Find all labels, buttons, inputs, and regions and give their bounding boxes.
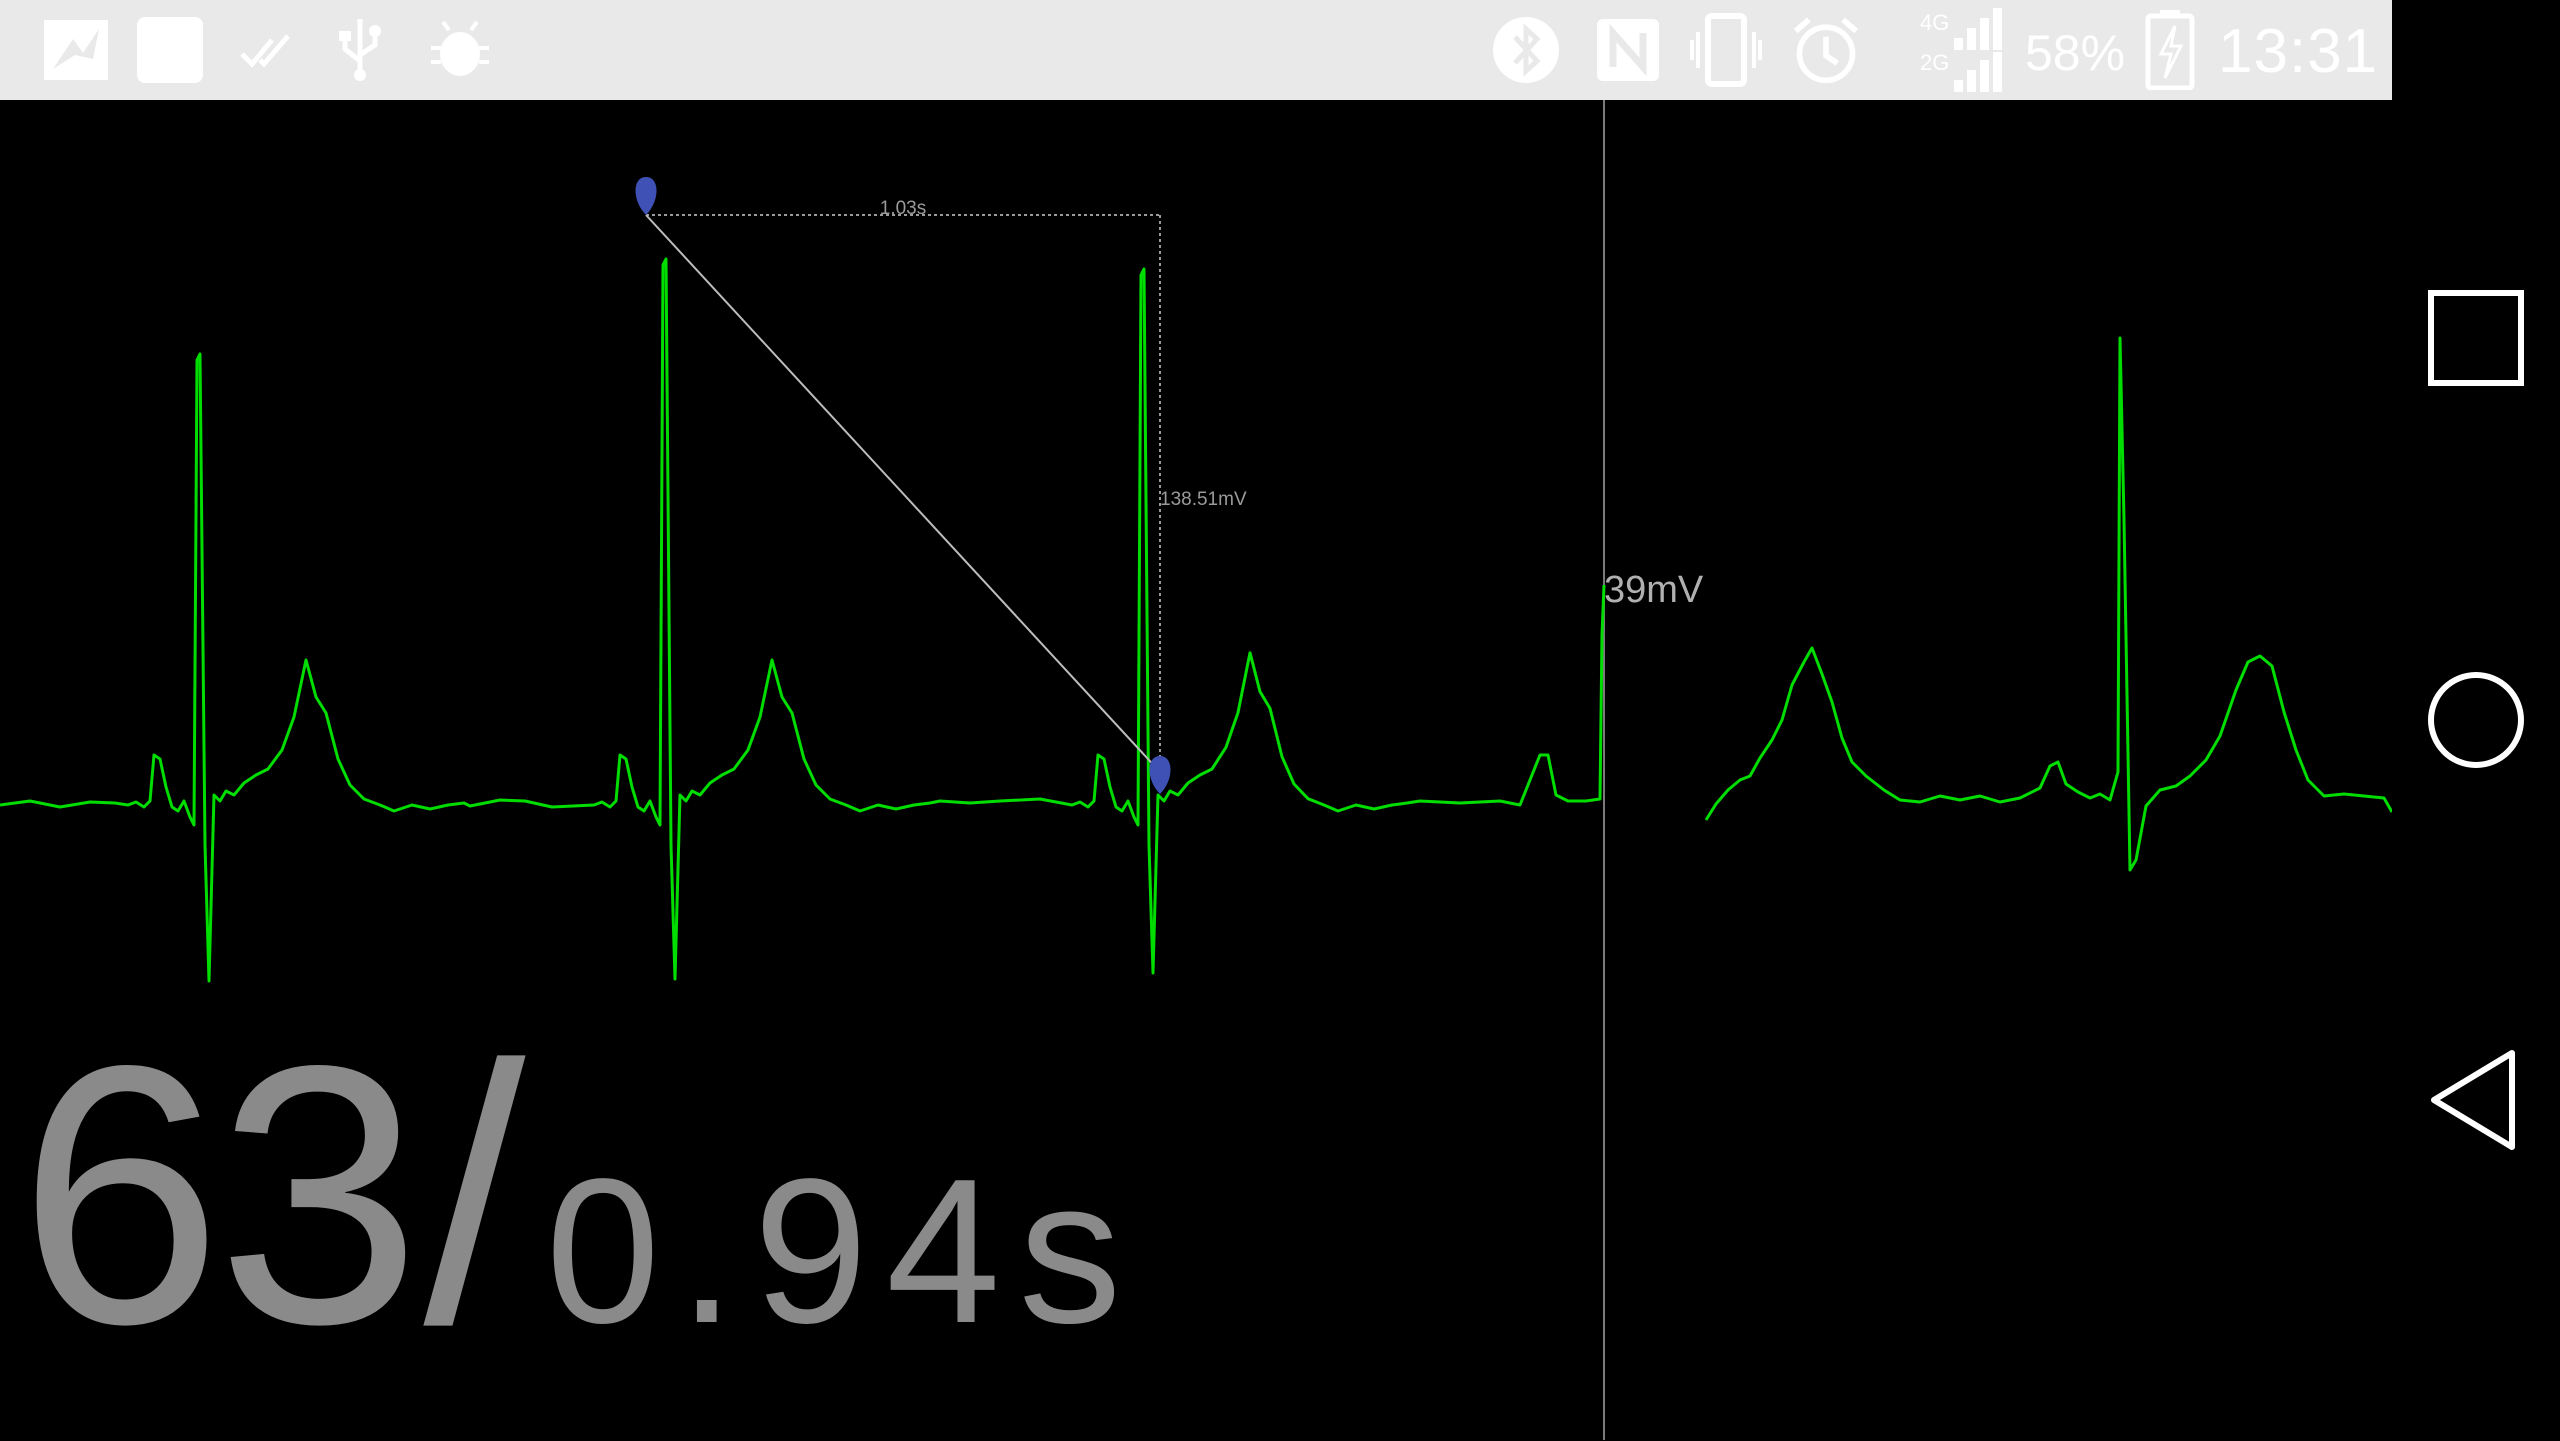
ecg-screen: 4G 2G 58% 13:31 1.03s 138.51mV 39mV 63/0…	[0, 0, 2560, 1440]
home-icon	[2428, 672, 2524, 768]
home-button[interactable]	[2416, 660, 2536, 780]
app-square-icon	[134, 14, 206, 86]
navigation-bar	[2392, 0, 2560, 1440]
measure-voltage-label: 138.51mV	[1160, 489, 1247, 510]
app-logo-icon	[40, 14, 112, 86]
measure-time-label: 1.03s	[880, 198, 926, 219]
heart-rate-readout: 63/0.94s	[18, 1005, 1140, 1385]
readout-separator: /	[423, 989, 526, 1400]
ecg-trace-segment	[1704, 336, 2392, 872]
done-all-icon	[230, 14, 302, 86]
measure-start-marker[interactable]	[635, 177, 657, 215]
clock: 13:31	[2218, 17, 2379, 86]
vibrate-icon	[1690, 13, 1762, 87]
measure-diagonal-line	[645, 214, 1161, 773]
cursor-value-label: 39mV	[1604, 569, 1704, 611]
status-bar: 4G 2G 58% 13:31	[0, 0, 2392, 100]
back-icon	[2431, 1050, 2515, 1150]
heart-rate-bpm: 63	[18, 989, 421, 1400]
bluetooth-icon	[1490, 14, 1562, 86]
signal-icon: 4G 2G	[1918, 8, 2002, 92]
recent-apps-button[interactable]	[2416, 278, 2536, 398]
alarm-icon	[1790, 14, 1862, 86]
ecg-trace-segment	[0, 257, 1606, 983]
battery-charging-icon	[2140, 10, 2200, 90]
battery-percent: 58%	[2025, 25, 2126, 81]
recent-apps-icon	[2428, 290, 2524, 386]
nfc-icon	[1592, 14, 1664, 86]
usb-icon	[324, 14, 396, 86]
android-debug-icon	[424, 14, 496, 86]
network-label-4g: 4G	[1920, 10, 1949, 35]
measure-end-marker[interactable]	[1149, 756, 1171, 794]
rr-interval: 0.94s	[545, 1136, 1140, 1366]
network-label-2g: 2G	[1920, 50, 1949, 75]
back-button[interactable]	[2416, 1040, 2536, 1160]
